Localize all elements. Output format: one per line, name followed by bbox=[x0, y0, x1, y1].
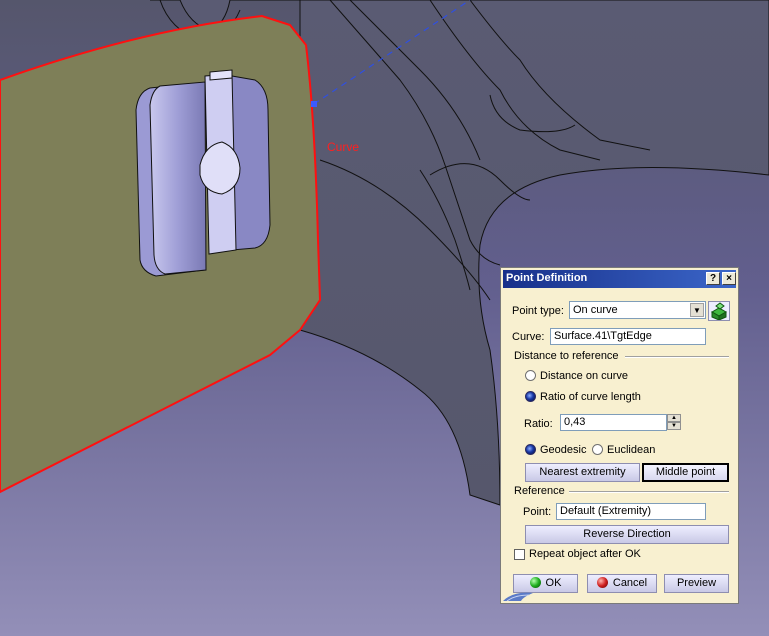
ok-label: OK bbox=[545, 577, 562, 589]
close-button[interactable]: × bbox=[722, 272, 736, 285]
euclidean-radio[interactable] bbox=[592, 444, 603, 455]
group-divider bbox=[625, 356, 729, 358]
euclidean-label[interactable]: Euclidean bbox=[607, 444, 655, 456]
fastener-clip[interactable] bbox=[135, 69, 271, 277]
curve-field-label: Curve: bbox=[512, 331, 545, 343]
distance-group-label: Distance to reference bbox=[514, 350, 619, 362]
point-field-label: Point: bbox=[523, 506, 552, 518]
reference-point-input[interactable]: Default (Extremity) bbox=[556, 503, 706, 520]
ratio-of-curve-length-label[interactable]: Ratio of curve length bbox=[540, 391, 641, 403]
ok-icon bbox=[529, 577, 541, 588]
repeat-object-checkbox[interactable] bbox=[514, 549, 525, 560]
preview-button[interactable]: Preview bbox=[664, 574, 729, 593]
dialog-title: Point Definition bbox=[506, 272, 588, 284]
point-definition-dialog: Point Definition ? × Point type: On curv… bbox=[500, 267, 739, 604]
point-marker[interactable] bbox=[311, 101, 317, 107]
spin-up-icon[interactable]: ▲ bbox=[667, 414, 681, 422]
curve-input[interactable]: Surface.41\TgtEdge bbox=[550, 328, 706, 345]
point-type-label: Point type: bbox=[512, 305, 564, 317]
middle-point-button[interactable]: Middle point bbox=[642, 463, 729, 482]
cancel-button[interactable]: Cancel bbox=[587, 574, 657, 593]
repeat-object-label[interactable]: Repeat object after OK bbox=[529, 548, 641, 560]
distance-on-curve-radio[interactable] bbox=[525, 370, 536, 381]
group-divider bbox=[569, 491, 729, 493]
chevron-down-icon[interactable]: ▼ bbox=[690, 303, 704, 317]
point-type-select[interactable]: On curve ▼ bbox=[569, 301, 706, 319]
cancel-icon bbox=[596, 577, 608, 588]
geodesic-radio[interactable] bbox=[525, 444, 536, 455]
help-button[interactable]: ? bbox=[706, 272, 720, 285]
geodesic-label[interactable]: Geodesic bbox=[540, 444, 586, 456]
corner-decoration-icon bbox=[503, 592, 533, 601]
dialog-titlebar[interactable]: Point Definition ? × bbox=[503, 270, 736, 288]
reference-group-label: Reference bbox=[514, 485, 565, 497]
curve-label: Curve bbox=[327, 140, 360, 154]
point-type-value: On curve bbox=[573, 304, 618, 316]
ratio-spinner[interactable]: ▲ ▼ bbox=[667, 414, 681, 431]
ratio-of-curve-length-radio[interactable] bbox=[525, 391, 536, 402]
ratio-label: Ratio: bbox=[524, 418, 553, 430]
distance-on-curve-label[interactable]: Distance on curve bbox=[540, 370, 628, 382]
nearest-extremity-button[interactable]: Nearest extremity bbox=[525, 463, 640, 482]
ratio-input[interactable]: 0,43 bbox=[560, 414, 667, 431]
axis-icon[interactable] bbox=[708, 301, 730, 321]
spin-down-icon[interactable]: ▼ bbox=[667, 422, 681, 430]
cancel-label: Cancel bbox=[612, 577, 648, 589]
reverse-direction-button[interactable]: Reverse Direction bbox=[525, 525, 729, 544]
